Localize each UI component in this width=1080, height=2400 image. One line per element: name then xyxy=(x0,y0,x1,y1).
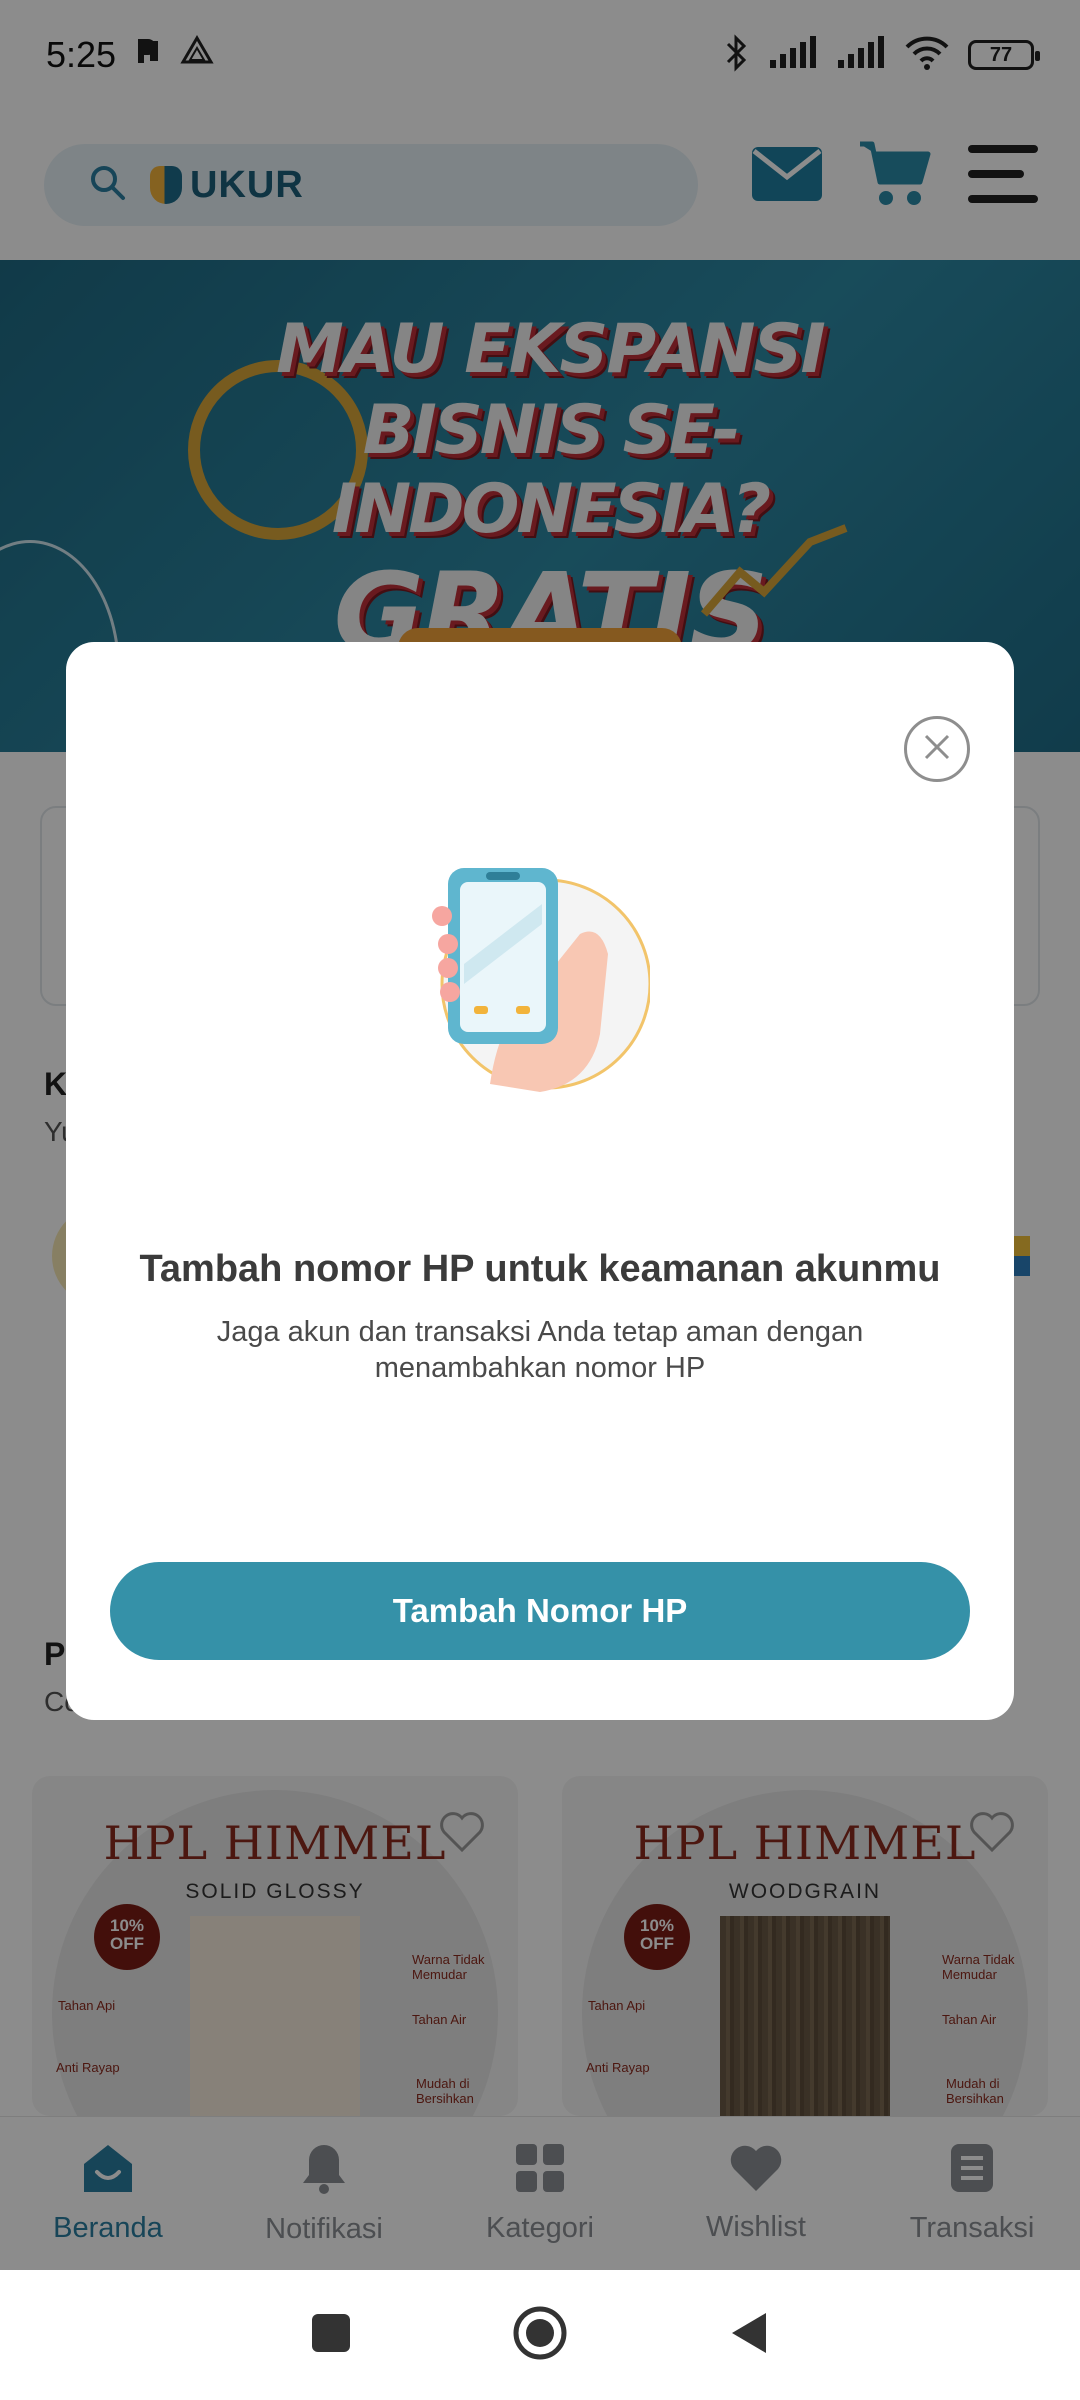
home-button-icon[interactable] xyxy=(512,2305,568,2366)
recents-icon[interactable] xyxy=(310,2312,352,2359)
system-navigation-bar xyxy=(0,2270,1080,2400)
modal-description: Jaga akun dan transaksi Anda tetap aman … xyxy=(216,1316,864,1385)
close-icon xyxy=(922,732,952,767)
add-phone-button[interactable]: Tambah Nomor HP xyxy=(110,1562,970,1660)
add-phone-modal: Tambah nomor HP untuk keamanan akunmu Ja… xyxy=(66,642,1014,1720)
phone-in-hand-illustration xyxy=(430,864,652,1094)
close-button[interactable] xyxy=(904,716,970,782)
modal-title: Tambah nomor HP untuk keamanan akunmu xyxy=(139,1248,941,1290)
back-icon[interactable] xyxy=(728,2309,770,2362)
